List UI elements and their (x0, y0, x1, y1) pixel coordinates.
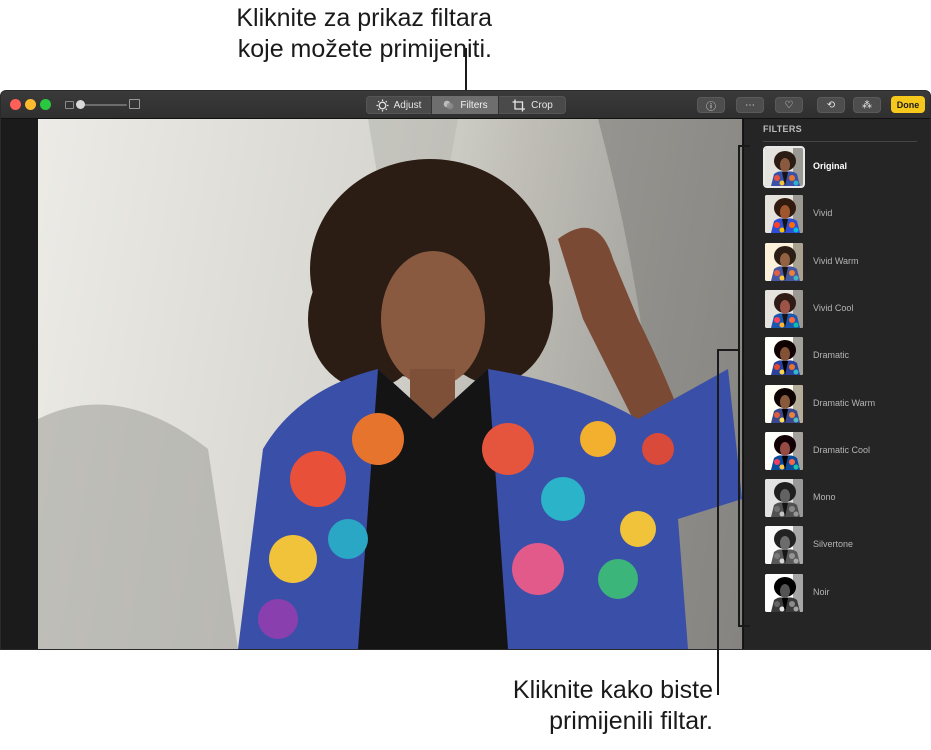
toolbar: Adjust Filters Crop ⓘ ⋯ ♡ ⟲ ⁂ Done (1, 91, 930, 119)
filter-item-vivid-cool[interactable]: Vivid Cool (763, 288, 918, 332)
adjust-dial-icon (376, 99, 389, 111)
callout-top-line2: koje možete primijeniti. (237, 35, 492, 63)
callout-bottom-leader (717, 349, 719, 695)
filter-label: Vivid Warm (813, 255, 859, 266)
callout-bottom-line2: primijenili filtar. (549, 707, 713, 735)
rotate-icon: ⟲ (826, 99, 836, 111)
filter-thumbnail (765, 337, 803, 376)
filter-thumbnail-image (765, 479, 803, 518)
tab-filters-label: Filters (460, 99, 488, 111)
filter-thumbnail-image (765, 337, 803, 376)
filter-item-dramatic-cool[interactable]: Dramatic Cool (763, 430, 918, 474)
filter-thumbnail (765, 431, 803, 470)
callout-bottom-leader-horizontal (718, 349, 738, 351)
edit-mode-tabs: Adjust Filters Crop (366, 96, 566, 114)
photos-edit-window: Adjust Filters Crop ⓘ ⋯ ♡ ⟲ ⁂ Done FILTE… (1, 91, 930, 649)
filter-item-mono[interactable]: Mono (763, 477, 918, 521)
filter-item-silvertone[interactable]: Silvertone (763, 524, 918, 568)
edited-photo[interactable] (38, 119, 742, 649)
filter-thumbnail-image (765, 148, 803, 186)
more-icon: ⋯ (745, 99, 755, 111)
filter-label: Dramatic (813, 350, 850, 361)
filter-thumbnail (765, 479, 803, 518)
tab-crop-label: Crop (531, 99, 553, 111)
photo-stage (1, 119, 743, 649)
filter-label: Noir (813, 586, 830, 597)
crop-icon (512, 99, 526, 111)
zoom-slider[interactable] (79, 104, 127, 106)
filter-label: Mono (813, 492, 836, 503)
magic-wand-icon: ⁂ (862, 99, 872, 111)
filter-label: Silvertone (813, 539, 854, 550)
favorite-button[interactable]: ♡ (775, 97, 803, 113)
filters-sidebar: FILTERS Original Vivid Vivid Warm Vivid Coo… (743, 119, 930, 649)
filter-thumbnail-image (765, 195, 803, 234)
callout-top-line1: Kliknite za prikaz filtara (236, 4, 492, 32)
tab-adjust-label: Adjust (393, 99, 422, 111)
filter-item-dramatic[interactable]: Dramatic (763, 335, 918, 379)
filter-item-vivid-warm[interactable]: Vivid Warm (763, 241, 918, 285)
filter-label: Dramatic Cool (813, 444, 871, 455)
filter-thumbnail-image (765, 526, 803, 565)
heart-icon: ♡ (784, 99, 794, 111)
filter-thumbnail (765, 289, 803, 328)
filter-list-bracket (738, 145, 750, 627)
filter-thumbnail-image (765, 384, 803, 423)
filter-item-noir[interactable]: Noir (763, 572, 918, 616)
filter-thumbnail (765, 573, 803, 612)
zoom-slider-knob[interactable] (76, 100, 85, 109)
info-button[interactable]: ⓘ (697, 97, 725, 113)
filter-thumbnail-image (765, 431, 803, 470)
filter-label: Original (813, 161, 848, 171)
filters-heading: FILTERS (763, 124, 802, 134)
info-icon: ⓘ (706, 101, 716, 113)
filter-thumbnail (765, 195, 803, 234)
filter-thumbnail-image (765, 289, 803, 328)
filter-thumbnail (765, 526, 803, 565)
rotate-button[interactable]: ⟲ (817, 97, 845, 113)
filter-thumbnail-image (765, 242, 803, 281)
filters-divider (763, 141, 917, 142)
filter-item-vivid[interactable]: Vivid (763, 193, 918, 237)
filter-item-dramatic-warm[interactable]: Dramatic Warm (763, 383, 918, 427)
zoom-window-button[interactable] (40, 99, 51, 110)
filter-thumbnail (763, 146, 805, 188)
zoom-in-icon (129, 99, 140, 109)
filter-label: Vivid (813, 208, 833, 219)
callout-filter-list: Kliknite kako biste primijenili filtar. (420, 675, 713, 737)
more-button[interactable]: ⋯ (736, 97, 764, 113)
auto-enhance-button[interactable]: ⁂ (853, 97, 881, 113)
tab-crop[interactable]: Crop (499, 96, 566, 114)
callout-bottom-line1: Kliknite kako biste (512, 676, 713, 704)
close-window-button[interactable] (10, 99, 21, 110)
minimize-window-button[interactable] (25, 99, 36, 110)
tab-filters[interactable]: Filters (432, 96, 499, 114)
callout-filters-tab: Kliknite za prikaz filtara koje možete p… (120, 3, 492, 65)
zoom-out-icon (65, 101, 74, 109)
filter-label: Dramatic Warm (813, 397, 876, 408)
filter-thumbnail-image (765, 573, 803, 612)
filter-label: Vivid Cool (813, 302, 854, 313)
portrait-photo-illustration (38, 119, 742, 649)
done-button[interactable]: Done (891, 96, 925, 113)
filter-thumbnail (765, 242, 803, 281)
filter-thumbnail (765, 384, 803, 423)
filters-circles-icon (444, 100, 454, 110)
tab-adjust[interactable]: Adjust (366, 96, 432, 114)
filter-item-original[interactable]: Original (763, 146, 918, 190)
